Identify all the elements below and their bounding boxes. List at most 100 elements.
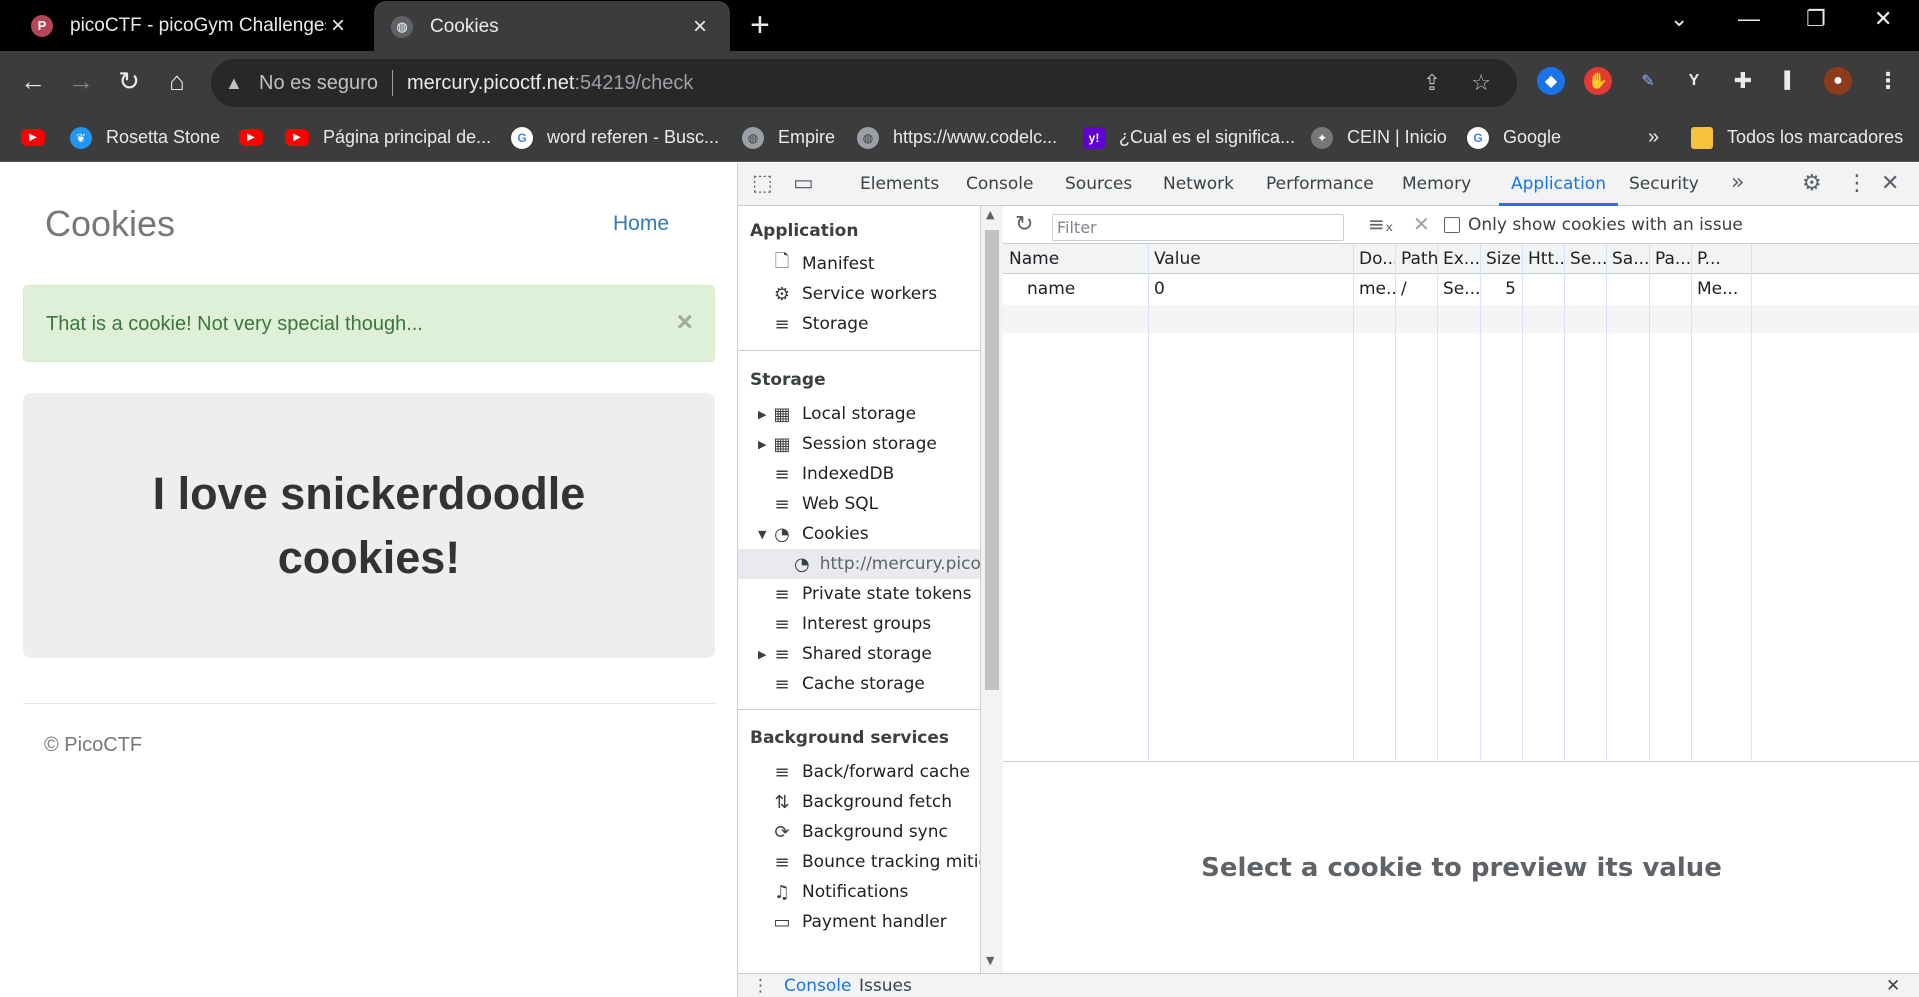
sidebar-item-background-sync[interactable]: ⟳ Background sync (758, 817, 947, 847)
back-icon[interactable]: ← (17, 65, 49, 97)
cell-value[interactable]: 0 (1148, 274, 1353, 305)
sidebar-item-cache-storage[interactable]: ≡ Cache storage (758, 669, 924, 699)
address-bar[interactable]: ▲ No es seguro mercury.picoctf.net:54219… (211, 59, 1517, 107)
bookmark-wordreference[interactable]: Gword referen - Busc... (511, 113, 719, 162)
column-header-httponly[interactable]: Htt... (1522, 244, 1564, 274)
tab-elements[interactable]: Elements (860, 163, 939, 206)
profile-avatar[interactable]: ● (1824, 67, 1852, 95)
tab-performance[interactable]: Performance (1266, 163, 1374, 206)
empty-row[interactable] (1003, 305, 1919, 333)
tab-memory[interactable]: Memory (1402, 163, 1471, 206)
devtools-menu-icon[interactable]: ⋮ (1846, 171, 1868, 197)
minimize-icon[interactable]: — (1738, 6, 1760, 32)
sidebar-item-bounce-tracking[interactable]: ≡ Bounce tracking mitig (758, 847, 980, 877)
eyedropper-icon[interactable]: ✎ (1634, 67, 1662, 95)
bookmark-codelco[interactable]: ◍ https://www.codelc... (857, 113, 1057, 162)
close-devtools-icon[interactable]: ✕ (1881, 171, 1899, 197)
tab-application[interactable]: Application (1499, 163, 1618, 206)
only-issue-checkbox[interactable] (1444, 217, 1460, 233)
alert-close-icon[interactable]: × (677, 306, 693, 338)
cell-expires[interactable]: Se... (1437, 274, 1480, 305)
cookie-filter-input[interactable] (1052, 214, 1344, 241)
sidebar-item-storage-overview[interactable]: ≡ Storage (758, 309, 868, 339)
refresh-icon[interactable]: ↻ (1015, 212, 1033, 237)
cell-path[interactable]: / (1395, 274, 1437, 305)
drawer-menu-icon[interactable]: ⋮ (752, 976, 769, 996)
sidebar-item-session-storage[interactable]: ▶ ▦ Session storage (758, 429, 937, 459)
cell-name[interactable]: name (1021, 274, 1148, 305)
expand-arrow-icon[interactable]: ▶ (758, 648, 772, 661)
home-link[interactable]: Home (613, 212, 669, 236)
sidebar-item-private-state-tokens[interactable]: ≡ Private state tokens (758, 579, 971, 609)
sidebar-item-service-workers[interactable]: ⚙ Service workers (758, 279, 937, 309)
column-header-expires[interactable]: Ex... (1437, 244, 1480, 274)
tab-close-icon[interactable]: × (326, 13, 350, 38)
all-bookmarks-folder[interactable]: Todos los marcadores (1691, 113, 1903, 162)
column-header-name[interactable]: Name (1003, 244, 1148, 274)
bookmark-youtube-2[interactable]: ▶ (239, 113, 277, 162)
scrollbar-thumb[interactable] (985, 230, 999, 690)
column-header-secure[interactable]: Se... (1564, 244, 1606, 274)
sidebar-vertical-scrollbar[interactable]: ▲ ▼ (981, 206, 1003, 973)
extension-yc-icon[interactable]: Y (1680, 67, 1708, 95)
reload-icon[interactable]: ↻ (113, 65, 145, 97)
extension-hand-icon[interactable]: ✋ (1584, 67, 1612, 95)
bookmark-youtube[interactable]: ▶ (21, 113, 59, 162)
bookmark-youtube-home[interactable]: ▶ Página principal de... (285, 113, 491, 162)
cell-partition-key[interactable] (1649, 274, 1691, 305)
tab-picoctf[interactable]: P picoCTF - picoGym Challenges × (0, 0, 368, 51)
sidebar-item-cookie-origin[interactable]: ◔ http://mercury.picoc (738, 549, 980, 579)
share-icon[interactable]: ⇪ (1423, 70, 1441, 96)
table-row[interactable]: name 0 me... / Se... 5 Me... (1003, 274, 1919, 305)
tab-network[interactable]: Network (1163, 163, 1234, 206)
new-tab-icon[interactable]: + (750, 8, 770, 42)
close-drawer-icon[interactable]: ✕ (1886, 976, 1900, 996)
column-header-path[interactable]: Path (1395, 244, 1437, 274)
drawer-tab-issues[interactable]: Issues (859, 976, 912, 996)
more-tabs-icon[interactable]: » (1731, 170, 1744, 196)
sidebar-item-local-storage[interactable]: ▶ ▦ Local storage (758, 399, 916, 429)
close-window-icon[interactable]: ✕ (1874, 6, 1892, 32)
scroll-down-icon[interactable]: ▼ (986, 954, 994, 967)
collapse-arrow-icon[interactable]: ▼ (758, 528, 772, 541)
delete-selected-icon[interactable]: ✕ (1413, 212, 1430, 236)
inspect-element-icon[interactable]: ⬚ (752, 171, 773, 197)
tab-cookies[interactable]: ◍ Cookies × (374, 1, 730, 52)
side-panel-icon[interactable]: ▌ (1776, 67, 1804, 95)
sidebar-item-bfcache[interactable]: ≡ Back/forward cache (758, 757, 969, 787)
settings-gear-icon[interactable]: ⚙ (1802, 171, 1822, 197)
bookmarks-overflow-icon[interactable]: » (1648, 113, 1659, 162)
device-toolbar-icon[interactable]: ▭ (793, 171, 814, 197)
cell-samesite[interactable] (1606, 274, 1649, 305)
sidebar-item-payment-handler[interactable]: ▭ Payment handler (758, 907, 946, 937)
column-header-partition-key[interactable]: Pa... (1649, 244, 1691, 274)
cell-secure[interactable] (1564, 274, 1606, 305)
extensions-puzzle-icon[interactable]: ✚ (1729, 67, 1757, 95)
sidebar-item-manifest[interactable]: 🗋 Manifest (758, 249, 875, 279)
cell-priority[interactable]: Me... (1691, 274, 1751, 305)
sidebar-item-cookies[interactable]: ▼ ◔ Cookies (758, 519, 869, 549)
tab-search-icon[interactable]: ⌄ (1670, 6, 1688, 32)
bookmark-rosetta[interactable]: ❦ Rosetta Stone (70, 113, 220, 162)
bookmark-cein[interactable]: ✦ CEIN | Inicio (1311, 113, 1447, 162)
sidebar-item-web-sql[interactable]: ≡ Web SQL (758, 489, 878, 519)
sidebar-item-background-fetch[interactable]: ⇅ Background fetch (758, 787, 952, 817)
sidebar-item-interest-groups[interactable]: ≡ Interest groups (758, 609, 931, 639)
column-header-domain[interactable]: Do... (1353, 244, 1395, 274)
warning-icon[interactable]: ▲ (225, 73, 251, 94)
expand-arrow-icon[interactable]: ▶ (758, 408, 772, 421)
bookmark-empire[interactable]: ◍ Empire (742, 113, 835, 162)
clear-all-icon[interactable]: ≡ₓ (1368, 212, 1394, 236)
scroll-up-icon[interactable]: ▲ (986, 208, 994, 221)
navbar-brand[interactable]: Cookies (45, 203, 175, 245)
home-icon[interactable]: ⌂ (161, 65, 193, 97)
only-issue-checkbox-row[interactable]: Only show cookies with an issue (1444, 215, 1743, 235)
cell-domain[interactable]: me... (1353, 274, 1395, 305)
column-header-priority[interactable]: P... (1691, 244, 1751, 274)
tab-sources[interactable]: Sources (1065, 163, 1132, 206)
extension-diamond-icon[interactable]: ◆ (1537, 67, 1565, 95)
drawer-tab-console[interactable]: Console (784, 976, 852, 996)
tab-security[interactable]: Security (1629, 163, 1699, 206)
url-text[interactable]: mercury.picoctf.net:54219/check (407, 72, 693, 95)
bookmark-star-icon[interactable]: ☆ (1471, 70, 1491, 96)
